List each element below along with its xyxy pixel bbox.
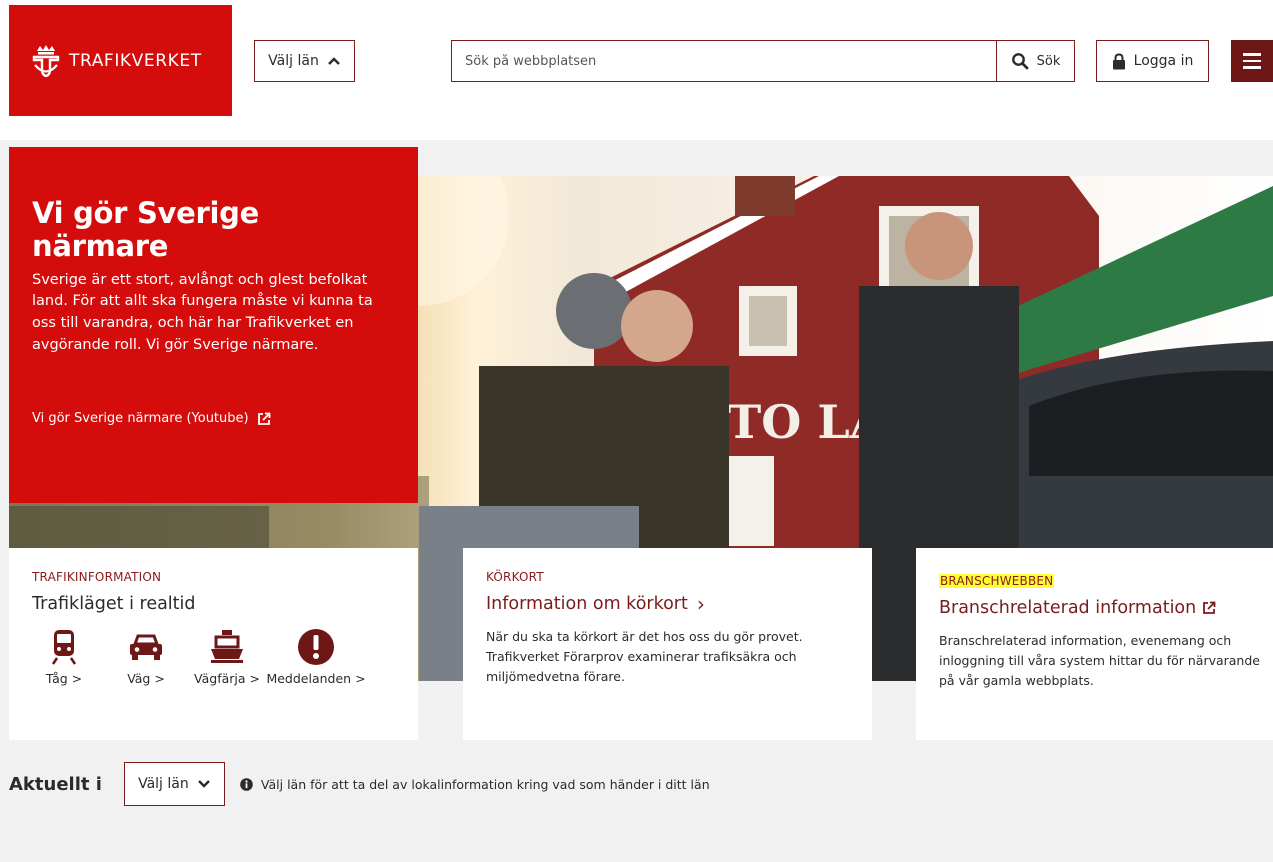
card-kicker: BRANSCHWEBBEN [939,574,1055,588]
license-info-link[interactable]: Information om körkort › [486,594,849,614]
select-county-dropdown[interactable]: Välj län [123,762,225,806]
search-input[interactable] [452,41,996,81]
industry-info-link[interactable]: Branschrelaterad information [939,598,1250,618]
info-icon [240,777,253,791]
traffic-label: Vägfärja > [194,671,260,686]
chevron-up-icon [327,57,340,65]
card-kicker: TRAFIKINFORMATION [32,570,162,584]
card-heading-text: Information om körkort [486,594,688,614]
hamburger-bar [1243,66,1261,69]
search-button[interactable]: Sök [996,41,1074,81]
external-link-icon [1203,601,1216,614]
select-county-label: Välj län [268,53,319,69]
current-news-title: Aktuellt i [9,773,102,795]
current-news-bar: Aktuellt i Välj län Välj län för att ta … [9,762,710,806]
car-icon [130,634,162,660]
search-bar: Sök [451,40,1075,82]
county-info-text: Välj län för att ta del av lokalinformat… [260,776,710,792]
county-info: Välj län för att ta del av lokalinformat… [240,777,710,792]
traffic-label: Tåg > [45,671,83,686]
traffic-label: Meddelanden > [266,671,366,686]
traffic-info-card: TRAFIKINFORMATION Trafikläget i realtid … [9,548,418,740]
alert-icon [298,629,334,665]
traffic-links: Tåg > Väg > Vägfärja > Meddelanden > [32,627,395,686]
menu-button[interactable] [1231,40,1273,82]
chevron-right-icon: › [696,592,705,616]
site-header: TRAFIKVERKET Välj län Sök Logga in [0,0,1273,140]
login-label: Logga in [1133,53,1194,69]
login-button[interactable]: Logga in [1096,40,1209,82]
crown-logo-icon [32,44,60,77]
traffic-label: Väg > [127,671,165,686]
card-body: Branschrelaterad information, evenemang … [939,631,1260,691]
traffic-link-messages[interactable]: Meddelanden > [261,627,371,686]
external-link-icon [257,412,271,425]
traffic-link-road[interactable]: Väg > [119,627,173,686]
hamburger-bar [1243,59,1261,63]
hero-youtube-link[interactable]: Vi gör Sverige närmare (Youtube) [32,411,271,426]
industry-web-card: BRANSCHWEBBEN Branschrelaterad informati… [916,548,1273,740]
select-county-button[interactable]: Välj län [254,40,355,82]
trafikverket-logo[interactable]: TRAFIKVERKET [9,5,232,116]
license-card: KÖRKORT Information om körkort › När du … [463,548,872,740]
ferry-icon [211,630,243,663]
search-icon [1011,53,1029,70]
hamburger-icon [1243,53,1261,56]
card-body: När du ska ta körkort är det hos oss du … [486,629,803,684]
select-county-label: Välj län [138,776,189,792]
traffic-link-train[interactable]: Tåg > [34,627,94,686]
logo-text: TRAFIKVERKET [69,50,202,71]
chevron-down-icon [197,780,210,788]
card-kicker: KÖRKORT [486,570,544,584]
card-body-line: på vår gamla webbplats. [939,673,1094,688]
search-button-label: Sök [1036,53,1061,69]
lock-icon [1112,52,1125,69]
hero-link-label: Vi gör Sverige närmare (Youtube) [32,411,249,426]
hero-text: Sverige är ett stort, avlångt och glest … [32,271,373,353]
hero-panel: Vi gör Sverige närmare Sverige är ett st… [9,147,418,503]
card-heading: Trafikläget i realtid [32,594,196,614]
card-heading-text: Branschrelaterad information [939,598,1197,618]
card-body-line: inloggning till våra system hittar du fö… [939,653,1260,668]
train-icon [51,630,77,665]
card-body-line: Branschrelaterad information, evenemang … [939,633,1232,648]
traffic-link-ferry[interactable]: Vägfärja > [194,627,260,686]
hero-title: Vi gör Sverige närmare [32,196,259,264]
